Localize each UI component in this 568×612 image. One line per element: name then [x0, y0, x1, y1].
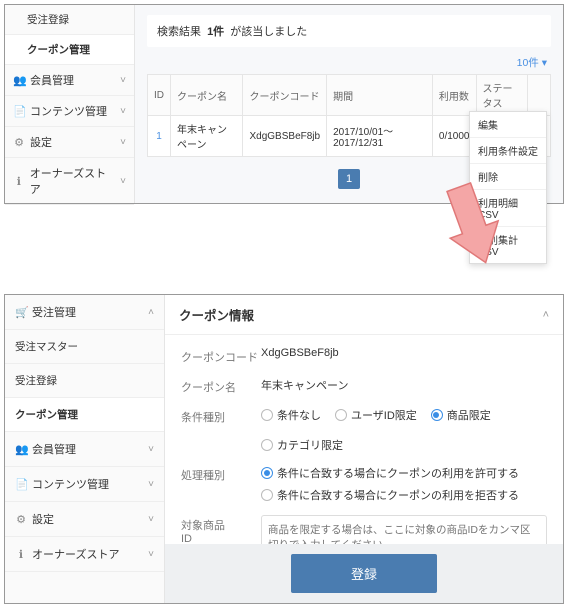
submit-button[interactable]: 登録: [291, 554, 437, 593]
radio-icon: [335, 409, 347, 421]
name-value: 年末キャンペーン: [261, 377, 547, 393]
flow-arrow-icon: [440, 180, 500, 273]
radio-user-id[interactable]: ユーザID限定: [335, 407, 417, 423]
radio-deny[interactable]: 条件に合致する場合にクーポンの利用を拒否する: [261, 487, 547, 503]
target-product-label: 対象商品 ID: [181, 515, 261, 545]
collapse-icon[interactable]: ˄: [543, 309, 549, 321]
chevron-down-icon: ˅: [148, 479, 154, 490]
form-content: クーポン情報 ˄ クーポンコード XdgGBSBeF8jb クーポン名 年末キャ…: [165, 295, 563, 603]
coupon-list-panel: 受注登録 クーポン管理 👥会員管理˅ 📄コンテンツ管理˅ ⚙設定˅ ℹオーナーズ…: [4, 4, 564, 204]
sidebar-item-order-register[interactable]: 受注登録: [5, 364, 164, 398]
col-usage: 利用数: [432, 75, 476, 116]
radio-icon: [261, 467, 273, 479]
table-header-row: ID クーポン名 クーポンコード 期間 利用数 ステータス: [148, 75, 551, 116]
info-icon: ℹ: [13, 175, 25, 188]
sidebar-item-owners-store[interactable]: ℹオーナーズストア˅: [5, 537, 164, 572]
coupon-edit-panel: 🛒受注管理˄ 受注マスター 受注登録 クーポン管理 👥会員管理˅ 📄コンテンツ管…: [4, 294, 564, 604]
search-result-bar: 検索結果 1件 が該当しました: [147, 15, 551, 47]
chevron-down-icon: ˅: [120, 75, 126, 86]
radio-none[interactable]: 条件なし: [261, 407, 321, 423]
sidebar-item-members[interactable]: 👥会員管理˅: [5, 432, 164, 467]
gear-icon: ⚙: [13, 136, 25, 149]
sidebar-item-coupon-manage[interactable]: クーポン管理: [5, 35, 134, 65]
radio-product[interactable]: 商品限定: [431, 407, 491, 423]
radio-category[interactable]: カテゴリ限定: [261, 437, 343, 453]
sidebar-item-contents[interactable]: 📄コンテンツ管理˅: [5, 96, 134, 127]
condition-type-group: 条件なし ユーザID限定 商品限定 カテゴリ限定: [261, 407, 547, 453]
process-type-label: 処理種別: [181, 465, 261, 483]
sidebar-item-orders[interactable]: 🛒受注管理˄: [5, 295, 164, 330]
form-title: クーポン情報: [179, 305, 254, 324]
form-header: クーポン情報 ˄: [165, 295, 563, 335]
info-icon: ℹ: [15, 548, 27, 561]
sidebar-item-settings[interactable]: ⚙設定˅: [5, 502, 164, 537]
chevron-down-icon: ˅: [148, 444, 154, 455]
sidebar-item-owners-store[interactable]: ℹオーナーズストア˅: [5, 158, 134, 205]
sidebar-item-order-register[interactable]: 受注登録: [5, 5, 134, 35]
sidebar-item-settings[interactable]: ⚙設定˅: [5, 127, 134, 158]
users-icon: 👥: [15, 443, 27, 456]
cart-icon: 🛒: [15, 306, 27, 319]
chevron-down-icon: ˅: [120, 137, 126, 148]
sidebar-item-contents[interactable]: 📄コンテンツ管理˅: [5, 467, 164, 502]
condition-type-label: 条件種別: [181, 407, 261, 425]
chevron-down-icon: ˅: [148, 549, 154, 560]
chevron-up-icon: ˄: [148, 307, 154, 318]
users-icon: 👥: [13, 74, 25, 87]
submit-bar: 登録: [165, 544, 563, 603]
cell-name: 年末キャンペーン: [171, 116, 243, 157]
menu-edit[interactable]: 編集: [470, 112, 546, 138]
chevron-down-icon: ˅: [120, 106, 126, 117]
col-id: ID: [148, 75, 171, 116]
per-page-select[interactable]: 10件 ▾: [147, 55, 547, 70]
code-value: XdgGBSBeF8jb: [261, 347, 547, 359]
sidebar-item-coupon-manage[interactable]: クーポン管理: [5, 398, 164, 432]
sidebar-top: 受注登録 クーポン管理 👥会員管理˅ 📄コンテンツ管理˅ ⚙設定˅ ℹオーナーズ…: [5, 5, 135, 203]
sidebar-bottom: 🛒受注管理˄ 受注マスター 受注登録 クーポン管理 👥会員管理˅ 📄コンテンツ管…: [5, 295, 165, 603]
radio-icon: [261, 489, 273, 501]
col-period: 期間: [327, 75, 433, 116]
page-1-button[interactable]: 1: [338, 169, 360, 189]
cell-period: 2017/10/01～2017/12/31: [327, 116, 433, 157]
menu-conditions[interactable]: 利用条件設定: [470, 138, 546, 164]
sidebar-item-order-master[interactable]: 受注マスター: [5, 330, 164, 364]
cell-code: XdgGBSBeF8jb: [243, 116, 327, 157]
list-content: 検索結果 1件 が該当しました 10件 ▾ ID クーポン名 クーポンコード 期…: [135, 5, 563, 203]
chevron-down-icon: ˅: [148, 514, 154, 525]
radio-icon: [261, 439, 273, 451]
radio-icon: [261, 409, 273, 421]
sidebar-item-members[interactable]: 👥会員管理˅: [5, 65, 134, 96]
name-label: クーポン名: [181, 377, 261, 395]
code-label: クーポンコード: [181, 347, 261, 365]
document-icon: 📄: [15, 478, 27, 491]
chevron-down-icon: ˅: [120, 176, 126, 187]
col-actions: [527, 75, 550, 116]
col-code: クーポンコード: [243, 75, 327, 116]
cell-id[interactable]: 1: [148, 116, 171, 157]
radio-allow[interactable]: 条件に合致する場合にクーポンの利用を許可する: [261, 465, 547, 481]
document-icon: 📄: [13, 105, 25, 118]
process-type-group: 条件に合致する場合にクーポンの利用を許可する 条件に合致する場合にクーポンの利用…: [261, 465, 547, 503]
col-status: ステータス: [476, 75, 527, 116]
col-name: クーポン名: [171, 75, 243, 116]
radio-icon: [431, 409, 443, 421]
gear-icon: ⚙: [15, 513, 27, 526]
